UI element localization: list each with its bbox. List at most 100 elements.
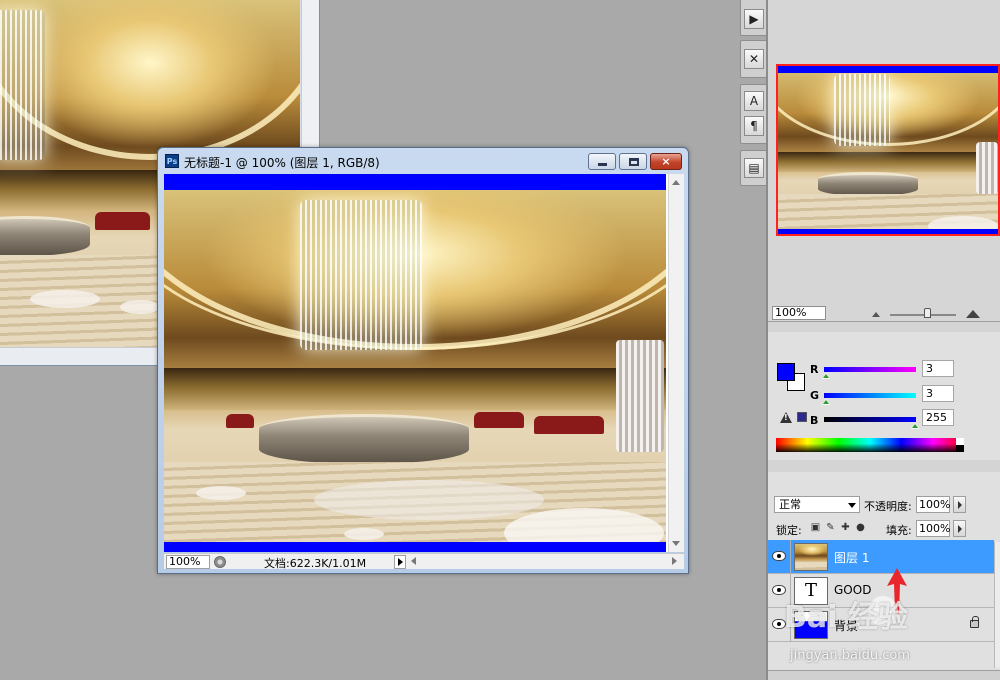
channel-g-input[interactable]: 3 (922, 385, 954, 402)
opacity-label: 不透明度: (864, 500, 912, 513)
minimize-icon (598, 163, 607, 166)
layers-panel: 正常 不透明度: 100% 锁定: ▣ ✎ ✚ ● 填充: 100% 图层 1 (768, 472, 1000, 680)
layer-name: 背景 (834, 619, 859, 633)
canvas-image (164, 190, 666, 542)
opacity-field[interactable]: 100% (916, 496, 950, 513)
layers-scrollbar[interactable] (994, 542, 1000, 668)
channel-r-input[interactable]: 3 (922, 360, 954, 377)
canvas-top-blue-band (164, 174, 666, 190)
lock-transparent-icon[interactable]: ▣ (810, 522, 821, 533)
dock-group-actions: ▶ (740, 0, 768, 36)
zoom-in-icon[interactable] (966, 310, 980, 318)
lock-position-icon[interactable]: ✚ (840, 522, 851, 533)
document-vertical-scrollbar[interactable] (668, 174, 684, 552)
scroll-right-icon[interactable] (672, 557, 677, 565)
navigator-zoom-field[interactable]: 100% (772, 306, 826, 320)
text-layer-icon: T (794, 577, 828, 605)
navigator-zoom-slider[interactable] (890, 314, 956, 316)
eye-column-divider (790, 574, 791, 608)
channel-g-slider[interactable] (824, 393, 916, 398)
document-title: 无标题-1 @ 100% (图层 1, RGB/8) (184, 156, 380, 170)
navigator-bottom-band (778, 229, 998, 234)
annotation-arrow-icon (887, 568, 907, 614)
navigator-thumbnail[interactable] (776, 64, 1000, 236)
document-window[interactable]: Ps 无标题-1 @ 100% (图层 1, RGB/8) × 100% 文档:… (157, 147, 689, 574)
canvas-bottom-blue-band (164, 542, 666, 552)
document-zoom-field[interactable]: 100% (166, 555, 210, 569)
navigator-preview-image (778, 66, 998, 234)
layer-row-background[interactable]: 背景 (768, 608, 994, 642)
channel-b-knob[interactable] (911, 423, 919, 429)
close-icon: × (661, 155, 671, 168)
layer-name: GOOD (834, 583, 872, 597)
channel-r-label: R (810, 363, 819, 376)
eye-column-divider (790, 608, 791, 642)
paragraph-icon[interactable]: ¶ (744, 116, 764, 136)
opacity-slider-button[interactable] (953, 496, 966, 513)
navigator-controls: 100% (768, 304, 1000, 322)
lock-icon (970, 616, 979, 628)
photoshop-icon: Ps (165, 154, 179, 168)
gamut-correction-swatch[interactable] (797, 412, 807, 422)
color-spectrum-ramp[interactable] (776, 438, 964, 452)
fill-label: 填充: (886, 524, 912, 537)
channel-r-knob[interactable] (822, 373, 830, 379)
document-title-bar[interactable]: Ps 无标题-1 @ 100% (图层 1, RGB/8) × (158, 148, 688, 174)
channel-g-label: G (810, 389, 820, 402)
scroll-left-icon[interactable] (411, 557, 416, 565)
tools-icon[interactable]: ✕ (744, 49, 764, 69)
navigator-top-band (778, 66, 998, 73)
scroll-down-icon[interactable] (672, 541, 680, 546)
panel-dock-strip: ▶ ✕ A ¶ ▤ (740, 0, 768, 188)
layer-thumbnail-image (795, 544, 827, 570)
blend-mode-value: 正常 (779, 498, 801, 511)
visibility-eye-icon[interactable] (772, 551, 786, 561)
scroll-up-icon[interactable] (672, 180, 680, 185)
close-button[interactable]: × (650, 153, 682, 170)
maximize-icon (629, 158, 639, 166)
layer-thumbnail (794, 611, 828, 639)
out-of-gamut-warning-icon[interactable] (780, 412, 792, 423)
channel-b-input[interactable]: 255 (922, 409, 954, 426)
navigator-zoom-knob[interactable] (924, 308, 931, 318)
status-menu-button[interactable] (394, 555, 406, 569)
spectrum-black-swatch[interactable] (956, 445, 964, 452)
fill-slider-button[interactable] (953, 520, 966, 537)
color-panel: R 3 G 3 B 255 (768, 332, 1000, 460)
layer-name: 图层 1 (834, 551, 870, 565)
maximize-button[interactable] (619, 153, 647, 170)
chevron-down-icon (848, 503, 856, 508)
layer-row-image[interactable]: 图层 1 (768, 540, 994, 574)
status-info-icon[interactable] (214, 556, 226, 568)
blend-mode-select[interactable]: 正常 (774, 496, 860, 513)
document-status-bar: 100% 文档:622.3K/1.01M (164, 553, 684, 570)
channel-b-slider[interactable] (824, 417, 916, 422)
lock-image-icon[interactable]: ✎ (825, 522, 836, 533)
channel-g-knob[interactable] (822, 399, 830, 405)
foreground-color-swatch[interactable] (777, 363, 795, 381)
spectrum-white-swatch[interactable] (956, 438, 964, 445)
document-canvas[interactable] (164, 174, 674, 552)
eye-column-divider (790, 540, 791, 574)
layers-panel-footer (768, 670, 1000, 680)
dock-group-tools: ✕ (740, 40, 768, 78)
dock-group-comps: ▤ (740, 150, 768, 186)
channel-r-slider[interactable] (824, 367, 916, 372)
character-icon[interactable]: A (744, 91, 764, 111)
visibility-eye-icon[interactable] (772, 585, 786, 595)
document-size-info: 文档:622.3K/1.01M (264, 557, 367, 570)
layer-comps-icon[interactable]: ▤ (744, 158, 764, 178)
lock-all-icon[interactable]: ● (855, 522, 866, 533)
layer-row-text[interactable]: T GOOD (768, 574, 994, 608)
lock-label: 锁定: (776, 524, 802, 537)
fill-field[interactable]: 100% (916, 520, 950, 537)
dock-group-type: A ¶ (740, 84, 768, 144)
navigator-panel: 100% (768, 0, 1000, 322)
channel-b-label: B (810, 414, 819, 427)
play-icon[interactable]: ▶ (744, 9, 764, 29)
zoom-out-icon[interactable] (872, 312, 880, 317)
right-panels: 100% 颜色× 色板 样式 R 3 G 3 B 255 (768, 0, 1000, 680)
layer-thumbnail (794, 543, 828, 571)
visibility-eye-icon[interactable] (772, 619, 786, 629)
minimize-button[interactable] (588, 153, 616, 170)
